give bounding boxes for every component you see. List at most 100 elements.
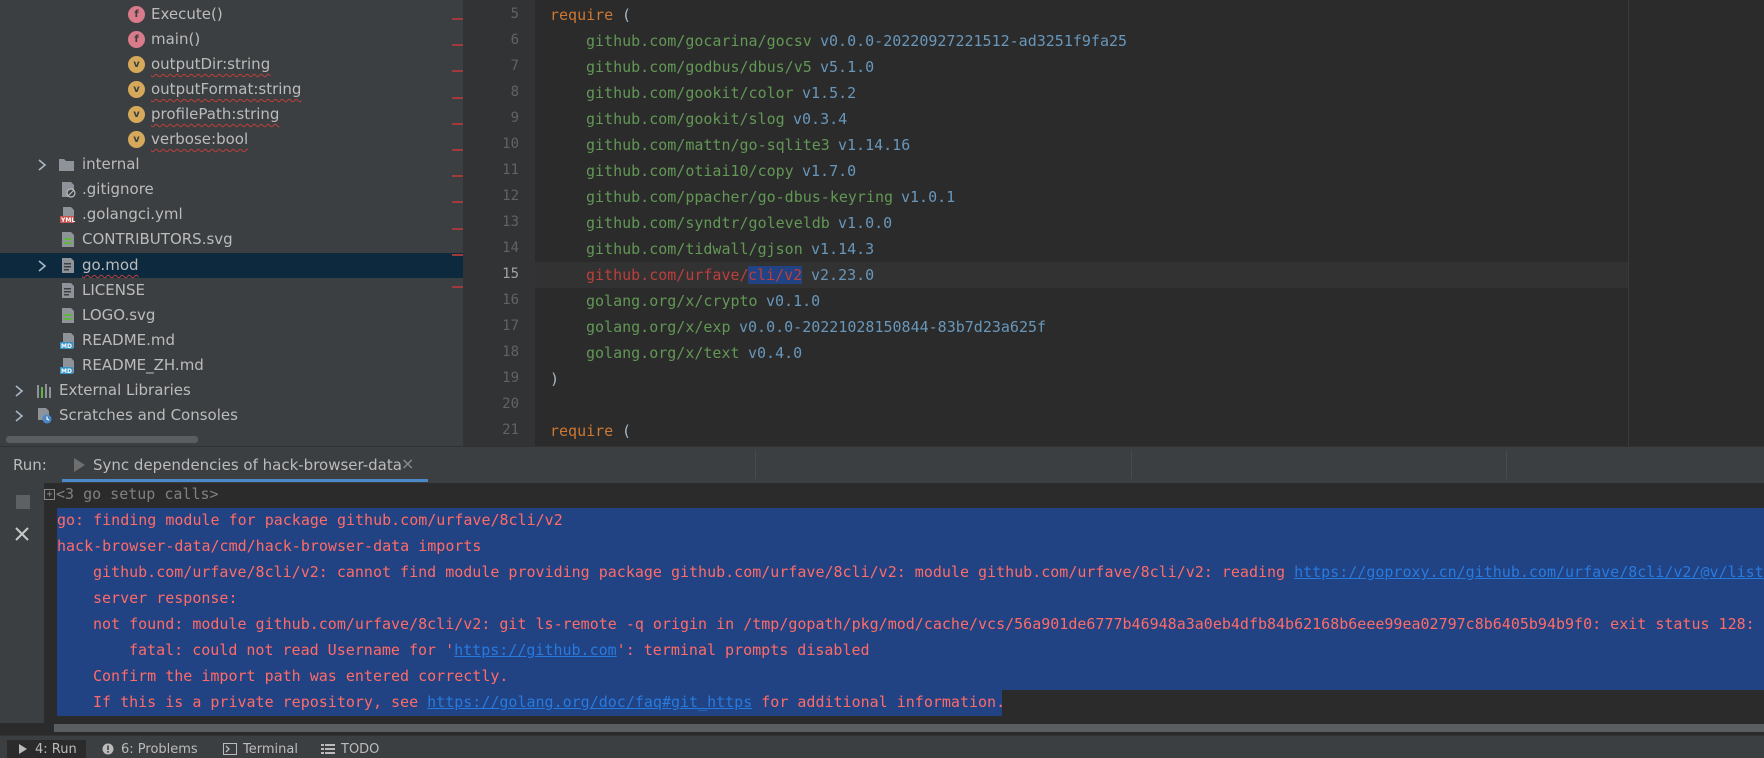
module-version: v0.4.0 bbox=[748, 344, 802, 362]
tool-todo[interactable]: TODO bbox=[321, 740, 379, 758]
line-number: 18 bbox=[469, 344, 519, 360]
tree-item-logo[interactable]: LOGO.svg bbox=[0, 303, 463, 328]
code-line-current: github.com/urfave/cli/v2v2.23.0 bbox=[535, 262, 1629, 288]
variable-icon: v bbox=[128, 81, 145, 98]
selection-highlight bbox=[57, 586, 1764, 612]
fold-expand-icon[interactable]: + bbox=[44, 489, 55, 500]
svg-text:YML: YML bbox=[60, 217, 75, 223]
code-text: ( bbox=[613, 422, 631, 440]
run-toolbar bbox=[0, 483, 44, 723]
code-text: ) bbox=[550, 370, 559, 388]
active-tab-indicator bbox=[62, 479, 428, 482]
chevron-right-icon[interactable] bbox=[36, 259, 48, 273]
markdown-file-icon: MD bbox=[60, 357, 77, 374]
line-number: 5 bbox=[469, 6, 519, 22]
scrollbar-thumb[interactable] bbox=[54, 724, 1764, 732]
tree-item-contributors[interactable]: CONTRIBUTORS.svg bbox=[0, 227, 463, 252]
tree-item-execute[interactable]: f Execute() bbox=[0, 2, 463, 27]
tool-run-label: 4: Run bbox=[35, 742, 77, 757]
chevron-right-icon[interactable] bbox=[13, 409, 25, 423]
todo-list-icon bbox=[321, 743, 335, 755]
code-text: ( bbox=[613, 6, 631, 24]
tree-item-label: Scratches and Consoles bbox=[59, 406, 238, 424]
tree-item-outputformat[interactable]: v outputFormat:string bbox=[0, 77, 463, 102]
console-text: If this is a private repository, see bbox=[93, 693, 427, 711]
tool-run[interactable]: 4: Run bbox=[7, 740, 86, 758]
tool-problems[interactable]: 6: Problems bbox=[102, 740, 198, 758]
console-text: fatal: could not read Username for ' bbox=[129, 641, 454, 659]
module-path: github.com/gookit/slog bbox=[586, 110, 785, 128]
console-text: for additional information. bbox=[752, 693, 1005, 711]
line-number: 9 bbox=[469, 110, 519, 126]
tree-item-gitignore[interactable]: .gitignore bbox=[0, 177, 463, 202]
tree-item-label: profilePath:string bbox=[151, 105, 279, 123]
line-number: 16 bbox=[469, 292, 519, 308]
tree-item-golangci[interactable]: YML .golangci.yml bbox=[0, 202, 463, 227]
tree-item-readme-zh[interactable]: MD README_ZH.md bbox=[0, 353, 463, 378]
tree-item-scratches[interactable]: Scratches and Consoles bbox=[0, 403, 463, 428]
tree-item-verbose[interactable]: v verbose:bool bbox=[0, 127, 463, 152]
divider bbox=[755, 451, 756, 479]
libraries-icon bbox=[36, 382, 53, 399]
scratches-icon bbox=[36, 407, 53, 424]
tree-item-internal[interactable]: internal bbox=[0, 152, 463, 177]
tool-todo-label: TODO bbox=[341, 742, 379, 757]
tree-item-license[interactable]: LICENSE bbox=[0, 278, 463, 303]
code-line: ) bbox=[535, 366, 1629, 392]
tree-item-label: main() bbox=[151, 30, 200, 48]
line-number: 14 bbox=[469, 240, 519, 256]
tree-item-label: README_ZH.md bbox=[82, 356, 204, 374]
line-number: 7 bbox=[469, 58, 519, 74]
module-version: v1.5.2 bbox=[802, 84, 856, 102]
module-version: v1.7.0 bbox=[802, 162, 856, 180]
selected-text: cli/v2 bbox=[748, 266, 802, 284]
golang-faq-link[interactable]: https://golang.org/doc/faq#git_https bbox=[427, 693, 752, 711]
module-path: golang.org/x/exp bbox=[586, 318, 731, 336]
line-number: 15 bbox=[469, 266, 519, 282]
code-line: github.com/mattn/go-sqlite3v1.14.16 bbox=[535, 132, 1629, 158]
yaml-file-icon: YML bbox=[60, 206, 77, 223]
module-path: github.com/gookit/color bbox=[586, 84, 794, 102]
module-path: github.com/gocarina/gocsv bbox=[586, 32, 812, 50]
variable-icon: v bbox=[128, 106, 145, 123]
tree-item-profilepath[interactable]: v profilePath:string bbox=[0, 102, 463, 127]
github-link[interactable]: https://github.com bbox=[454, 641, 617, 659]
code-line: github.com/godbus/dbus/v5v5.1.0 bbox=[535, 54, 1629, 80]
folded-calls[interactable]: <3 go setup calls> bbox=[56, 485, 219, 503]
code-line: require ( bbox=[535, 418, 1629, 444]
code-line: github.com/tidwall/gjsonv1.14.3 bbox=[535, 236, 1629, 262]
line-number: 6 bbox=[469, 32, 519, 48]
tree-item-label: go.mod bbox=[82, 256, 139, 274]
goproxy-link[interactable]: https://goproxy.cn/github.com/urfave/8cl… bbox=[1294, 563, 1764, 581]
function-icon: f bbox=[128, 6, 145, 23]
tree-item-go-mod[interactable]: go.mod bbox=[0, 253, 463, 278]
editor-right-area bbox=[1629, 0, 1764, 446]
close-icon[interactable] bbox=[14, 526, 30, 542]
tool-terminal[interactable]: Terminal bbox=[223, 740, 298, 758]
tree-item-readme[interactable]: MD README.md bbox=[0, 328, 463, 353]
code-line: github.com/syndtr/goleveldbv1.0.0 bbox=[535, 210, 1629, 236]
bottom-tool-strip: 4: Run 6: Problems Terminal TODO bbox=[0, 735, 1764, 758]
chevron-right-icon[interactable] bbox=[36, 158, 48, 172]
tree-item-label: External Libraries bbox=[59, 381, 191, 399]
close-tab-icon[interactable]: × bbox=[401, 454, 414, 473]
code-line: golang.org/x/cryptov0.1.0 bbox=[535, 288, 1629, 314]
run-tool-window-header: Run: Sync dependencies of hack-browser-d… bbox=[0, 446, 1764, 483]
code-line: github.com/otiai10/copyv1.7.0 bbox=[535, 158, 1629, 184]
module-path: golang.org/x/crypto bbox=[586, 292, 758, 310]
code-editor[interactable]: require ( github.com/gocarina/gocsvv0.0.… bbox=[535, 0, 1629, 446]
console-text: ': terminal prompts disabled bbox=[617, 641, 870, 659]
line-number: 20 bbox=[469, 396, 519, 412]
horizontal-scrollbar[interactable] bbox=[6, 436, 198, 443]
tree-item-outputdir[interactable]: v outputDir:string bbox=[0, 52, 463, 77]
chevron-right-icon[interactable] bbox=[13, 384, 25, 398]
console-horizontal-scrollbar[interactable] bbox=[44, 723, 1764, 733]
run-console[interactable]: + <3 go setup calls> go: finding module … bbox=[44, 483, 1764, 723]
tree-item-main[interactable]: f main() bbox=[0, 27, 463, 52]
project-tree-panel: f Execute() f main() v outputDir:string … bbox=[0, 0, 463, 446]
module-path: golang.org/x/text bbox=[586, 344, 740, 362]
stop-icon[interactable] bbox=[16, 495, 30, 509]
tree-item-label: Execute() bbox=[151, 5, 223, 23]
tab-sync-dependencies[interactable]: Sync dependencies of hack-browser-data × bbox=[62, 447, 428, 483]
tree-item-external-libraries[interactable]: External Libraries bbox=[0, 378, 463, 403]
